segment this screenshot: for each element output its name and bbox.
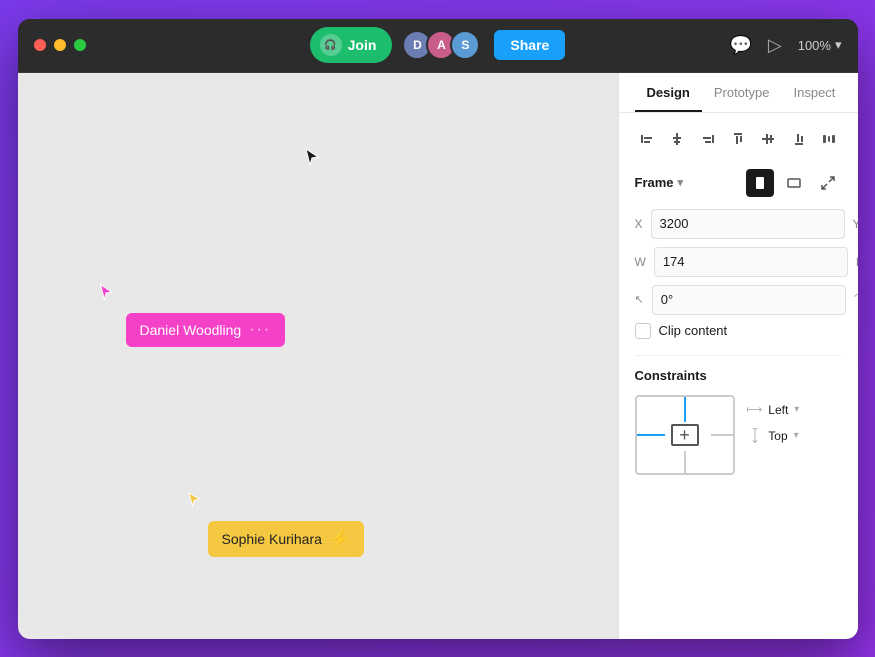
constraint-v-value: Top xyxy=(768,429,787,443)
join-button[interactable]: 🎧 Join xyxy=(310,27,393,63)
constraint-h-value: Left xyxy=(768,403,788,417)
section-frame-title: Frame ▾ xyxy=(635,175,684,190)
tab-design[interactable]: Design xyxy=(635,73,702,112)
align-right-btn[interactable] xyxy=(695,125,719,153)
align-toolbar xyxy=(635,125,842,153)
avatar-3[interactable]: S xyxy=(450,30,480,60)
angle-label: ↖ xyxy=(635,293,644,306)
titlebar-left xyxy=(34,39,86,51)
app-window: 🎧 Join D A S Share 💬 ▷ 100% ▾ xyxy=(18,19,858,639)
avatar-group: D A S xyxy=(402,30,480,60)
titlebar-right: 💬 ▷ 100% ▾ xyxy=(729,35,841,56)
constraint-v-chevron[interactable]: ▾ xyxy=(794,430,799,441)
section-frame-header: Frame ▾ xyxy=(635,169,842,197)
label-pink: Daniel Woodling ··· xyxy=(126,313,286,347)
traffic-light-close[interactable] xyxy=(34,39,46,51)
h-label: H xyxy=(856,255,858,269)
frame-portrait-btn[interactable] xyxy=(746,169,774,197)
constraint-h-row: ⟼ Left ▾ xyxy=(747,403,800,417)
right-panel: Design Prototype Inspect xyxy=(618,73,858,639)
w-label: W xyxy=(635,255,646,269)
constraint-h-arrow: ⟼ xyxy=(747,403,763,416)
yellow-user-name: Sophie Kurihara xyxy=(222,531,322,547)
frame-icons xyxy=(746,169,842,197)
traffic-light-minimize[interactable] xyxy=(54,39,66,51)
distribute-btn[interactable] xyxy=(817,125,841,153)
headphone-icon: 🎧 xyxy=(320,34,342,56)
panel-body: Frame ▾ xyxy=(619,113,858,639)
frame-chevron-icon[interactable]: ▾ xyxy=(678,176,684,189)
constraint-labels: ⟼ Left ▾ ⟼ Top ▾ xyxy=(747,395,800,449)
y-label: Y xyxy=(853,217,858,231)
prop-row-wh: W H ⛓ xyxy=(635,247,842,277)
share-button[interactable]: Share xyxy=(494,30,565,60)
zoom-chevron-icon: ▾ xyxy=(835,37,842,53)
align-center-h-btn[interactable] xyxy=(665,125,689,153)
constraint-v-row: ⟼ Top ▾ xyxy=(747,429,800,443)
angle-input[interactable] xyxy=(652,285,846,315)
main-content: Daniel Woodling ··· Sophie Kurihara ⚡ De… xyxy=(18,73,858,639)
frame-resize-btn[interactable] xyxy=(814,169,842,197)
frame-landscape-btn[interactable] xyxy=(780,169,808,197)
constraint-v-arrow: ⟼ xyxy=(748,428,761,444)
label-yellow: Sophie Kurihara ⚡ xyxy=(208,521,364,557)
cursor-main xyxy=(304,147,320,172)
corner-radius-icon: ⌒ xyxy=(854,290,858,309)
constraint-h-chevron[interactable]: ▾ xyxy=(794,404,799,415)
clip-content-checkbox[interactable] xyxy=(635,323,651,339)
titlebar-center: 🎧 Join D A S Share xyxy=(310,27,566,63)
prop-row-angle-corner: ↖ ⌒ ⊡ xyxy=(635,285,842,315)
traffic-light-maximize[interactable] xyxy=(74,39,86,51)
label-dots: ··· xyxy=(249,321,271,339)
zoom-value: 100% xyxy=(798,38,831,53)
titlebar: 🎧 Join D A S Share 💬 ▷ 100% ▾ xyxy=(18,19,858,73)
clip-content-row: Clip content xyxy=(635,323,842,339)
clip-content-label: Clip content xyxy=(659,323,728,338)
share-label: Share xyxy=(510,37,549,53)
constraint-diagram: + xyxy=(635,395,735,475)
mic-icon: ⚡ xyxy=(330,529,350,549)
comment-icon[interactable]: 💬 xyxy=(729,35,751,56)
cursor-yellow xyxy=(186,491,202,512)
panel-tabs: Design Prototype Inspect xyxy=(619,73,858,113)
tab-inspect[interactable]: Inspect xyxy=(782,73,848,112)
prop-row-xy: X Y xyxy=(635,209,842,239)
constraints-section: Constraints xyxy=(635,355,842,475)
tab-prototype[interactable]: Prototype xyxy=(702,73,782,112)
w-input[interactable] xyxy=(654,247,848,277)
align-left-btn[interactable] xyxy=(635,125,659,153)
zoom-control[interactable]: 100% ▾ xyxy=(798,37,842,53)
pink-user-name: Daniel Woodling xyxy=(140,322,242,338)
align-bottom-btn[interactable] xyxy=(787,125,811,153)
align-top-btn[interactable] xyxy=(726,125,750,153)
join-label: Join xyxy=(348,37,377,53)
align-center-v-btn[interactable] xyxy=(756,125,780,153)
play-icon[interactable]: ▷ xyxy=(768,35,782,56)
x-input[interactable] xyxy=(651,209,845,239)
x-label: X xyxy=(635,217,643,231)
constraints-title: Constraints xyxy=(635,368,842,383)
canvas-area[interactable]: Daniel Woodling ··· Sophie Kurihara ⚡ xyxy=(18,73,618,639)
